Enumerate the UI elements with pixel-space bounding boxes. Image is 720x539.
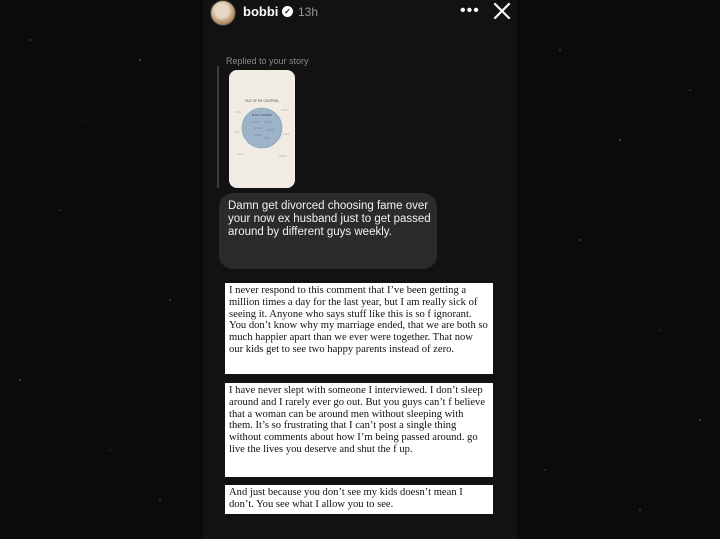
- message-text: Damn get divorced choosing fame over you…: [228, 200, 431, 238]
- story-header: bobbi ✓ 13h •••: [203, 0, 517, 26]
- reply-quote-bar: [217, 66, 219, 188]
- username[interactable]: bobbi: [243, 4, 278, 19]
- note-text: I have never slept with someone I interv…: [229, 385, 486, 455]
- close-icon[interactable]: [490, 0, 514, 24]
- message-bubble[interactable]: Damn get divorced choosing fame over you…: [219, 193, 437, 269]
- thumbnail-title: OUT OF MY CONTROL: [245, 99, 279, 103]
- text-note-2: I have never slept with someone I interv…: [225, 383, 493, 477]
- note-text: I never respond to this comment that I’v…: [229, 285, 488, 355]
- story-thumbnail[interactable]: OUT OF MY CONTROL IN MY CONTROL: [229, 70, 295, 188]
- note-text: And just because you don’t see my kids d…: [229, 487, 463, 510]
- text-note-3: And just because you don’t see my kids d…: [225, 485, 493, 514]
- more-dots-icon[interactable]: •••: [460, 2, 480, 20]
- thumbnail-circle-label: IN MY CONTROL: [252, 113, 273, 117]
- verified-badge-icon: ✓: [282, 6, 293, 17]
- avatar[interactable]: [210, 0, 236, 26]
- replied-to-story-label: Replied to your story: [226, 56, 309, 66]
- text-note-1: I never respond to this comment that I’v…: [225, 283, 493, 374]
- story-reply-panel: bobbi ✓ 13h ••• Replied to your story OU…: [203, 0, 517, 539]
- timestamp: 13h: [298, 5, 319, 19]
